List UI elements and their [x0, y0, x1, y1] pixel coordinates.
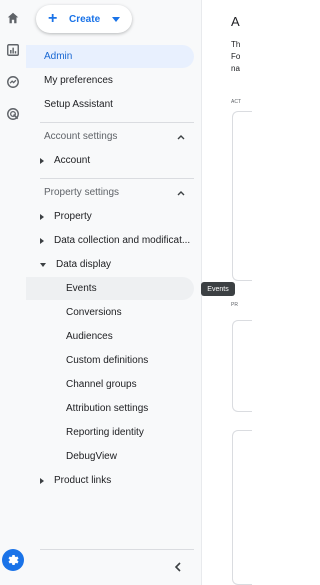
expand-right-icon [40, 477, 44, 484]
section-label: PR [231, 302, 238, 308]
expand-down-icon [40, 262, 46, 267]
content-card [232, 111, 252, 281]
chevron-left-icon[interactable] [171, 560, 185, 574]
section-label: ACT [231, 99, 241, 105]
nav-reporting-identity-label: Reporting identity [66, 427, 144, 438]
property-settings-title: Property settings [44, 187, 120, 198]
expand-right-icon [40, 237, 44, 244]
nav-product-links-label: Product links [54, 475, 112, 486]
plus-icon: + [48, 10, 58, 27]
expand-right-icon [40, 157, 44, 164]
content-card [232, 430, 252, 585]
create-label: Create [69, 13, 101, 25]
nav-events-label: Events [66, 283, 97, 294]
create-button[interactable]: + Create [36, 5, 132, 33]
description-line: Th [231, 40, 241, 49]
nav-divider [40, 178, 194, 179]
nav-account-label: Account [54, 155, 91, 166]
nav-setup-assistant-label: Setup Assistant [44, 99, 113, 110]
nav-property[interactable]: Property [26, 205, 194, 228]
chevron-up-icon[interactable] [176, 188, 186, 198]
nav-admin-label: Admin [44, 51, 73, 62]
description-line: na [231, 64, 240, 73]
icon-rail [0, 0, 26, 585]
nav-data-display-label: Data display [56, 259, 112, 270]
expand-right-icon [40, 213, 44, 220]
nav-attribution-settings-label: Attribution settings [66, 403, 149, 414]
nav-audiences[interactable]: Audiences [26, 325, 194, 348]
nav-debugview[interactable]: DebugView [26, 445, 194, 468]
nav-conversions-label: Conversions [66, 307, 122, 318]
nav-property-label: Property [54, 211, 92, 222]
nav-admin[interactable]: Admin [26, 45, 194, 68]
nav-data-collection-label: Data collection and modificat... [54, 235, 191, 246]
nav-audiences-label: Audiences [66, 331, 113, 342]
reports-icon[interactable] [5, 42, 21, 58]
nav-my-preferences-label: My preferences [44, 75, 113, 86]
nav-data-collection[interactable]: Data collection and modificat... [26, 229, 194, 252]
caret-down-icon [112, 16, 121, 22]
description-line: Fo [231, 52, 241, 61]
nav-divider [40, 549, 194, 550]
account-settings-title: Account settings [44, 131, 118, 142]
nav-account[interactable]: Account [26, 149, 194, 172]
nav-custom-definitions[interactable]: Custom definitions [26, 349, 194, 372]
gear-icon[interactable] [2, 549, 24, 571]
admin-nav-panel: + Create Admin My preferences Setup Assi… [26, 0, 202, 585]
nav-data-display[interactable]: Data display [26, 253, 194, 276]
nav-attribution-settings[interactable]: Attribution settings [26, 397, 194, 420]
nav-setup-assistant[interactable]: Setup Assistant [26, 93, 194, 116]
nav-conversions[interactable]: Conversions [26, 301, 194, 324]
nav-channel-groups-label: Channel groups [66, 379, 137, 390]
home-icon[interactable] [5, 10, 21, 26]
nav-reporting-identity[interactable]: Reporting identity [26, 421, 194, 444]
advertising-icon[interactable] [5, 106, 21, 122]
page-title: A [231, 14, 240, 29]
nav-product-links[interactable]: Product links [26, 469, 194, 492]
nav-my-preferences[interactable]: My preferences [26, 69, 194, 92]
nav-custom-definitions-label: Custom definitions [66, 355, 149, 366]
events-tooltip: Events [201, 282, 235, 296]
nav-channel-groups[interactable]: Channel groups [26, 373, 194, 396]
explore-icon[interactable] [5, 74, 21, 90]
nav-divider [40, 122, 194, 123]
chevron-up-icon[interactable] [176, 132, 186, 142]
nav-debugview-label: DebugView [66, 451, 117, 462]
nav-events[interactable]: Events [26, 277, 194, 300]
content-card [232, 320, 252, 412]
